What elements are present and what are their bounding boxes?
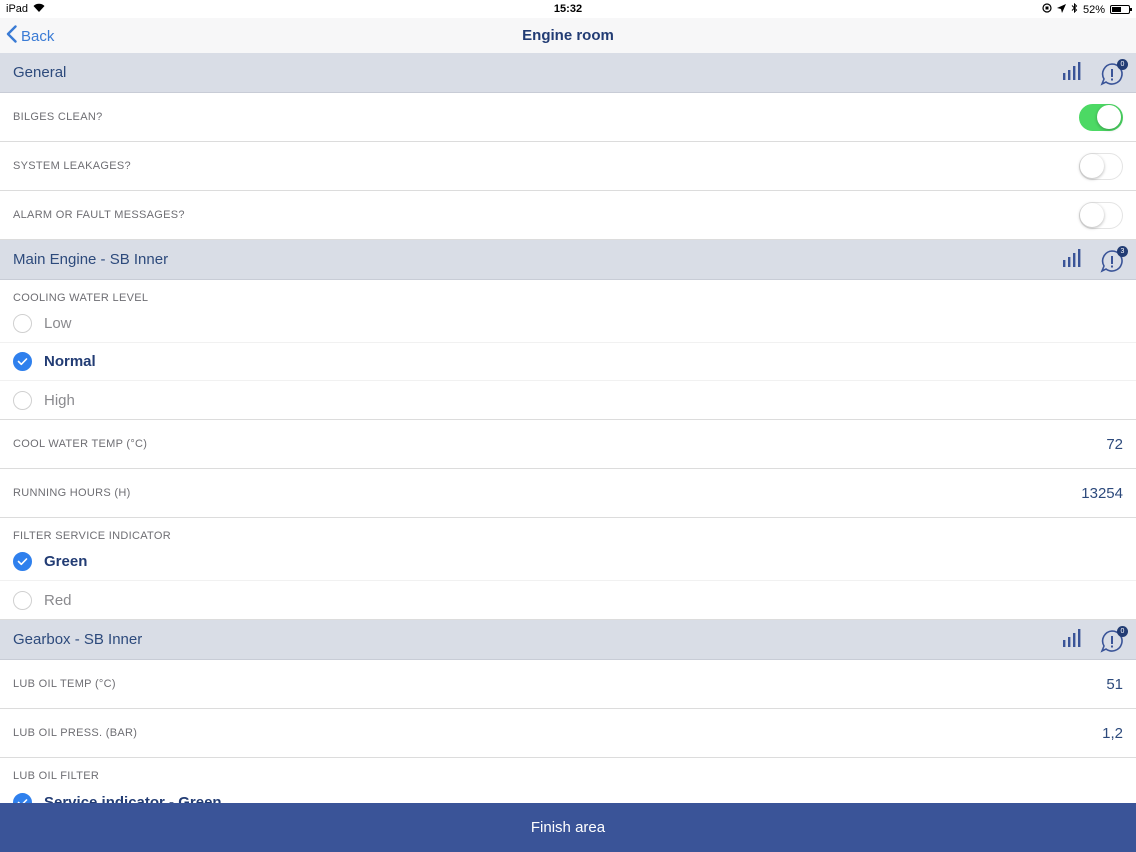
section-title: Main Engine - SB Inner bbox=[13, 251, 169, 268]
lub-oil-press-row[interactable]: LUB OIL PRESS. (BAR) 1,2 bbox=[0, 709, 1136, 758]
radio-option-label: Service indicator - Green bbox=[44, 793, 222, 804]
alarm-messages-toggle[interactable] bbox=[1079, 202, 1123, 229]
section-title: General bbox=[13, 64, 67, 81]
lub-oil-filter-group: LUB OIL FILTER Service indicator - Green bbox=[0, 758, 1136, 803]
alarm-messages-label: ALARM OR FAULT MESSAGES? bbox=[13, 209, 185, 221]
alert-count-badge: 0 bbox=[1117, 58, 1128, 70]
bluetooth-icon bbox=[1071, 2, 1078, 16]
system-leakages-row: SYSTEM LEAKAGES? bbox=[0, 142, 1136, 191]
section-header-general: General 0 bbox=[0, 53, 1136, 93]
radio-option-label: Low bbox=[44, 315, 72, 332]
battery-icon bbox=[1110, 5, 1132, 14]
radio-option-label: Green bbox=[44, 553, 88, 570]
location-icon bbox=[1056, 3, 1066, 16]
cool-water-temp-value[interactable]: 72 bbox=[1106, 436, 1123, 453]
orientation-lock-icon bbox=[1042, 3, 1052, 16]
checkmark-circle-icon bbox=[13, 792, 32, 803]
signal-bars-icon[interactable] bbox=[1062, 61, 1082, 86]
system-leakages-label: SYSTEM LEAKAGES? bbox=[13, 160, 131, 172]
radio-option-label: High bbox=[44, 391, 75, 409]
radio-option-low[interactable]: Low bbox=[0, 305, 1136, 343]
lub-oil-temp-label: LUB OIL TEMP (°C) bbox=[13, 678, 116, 690]
radio-option-label: Normal bbox=[44, 353, 96, 370]
section-header-main-engine: Main Engine - SB Inner 3 bbox=[0, 240, 1136, 280]
signal-bars-icon[interactable] bbox=[1062, 248, 1082, 273]
lub-oil-press-value[interactable]: 1,2 bbox=[1102, 725, 1123, 742]
checklist-content[interactable]: General 0 BILGES CLEAN? SYSTEM LEAKAGES?… bbox=[0, 53, 1136, 803]
alert-count-badge: 0 bbox=[1117, 625, 1128, 637]
system-leakages-toggle[interactable] bbox=[1079, 153, 1123, 180]
radio-circle-icon bbox=[13, 314, 32, 333]
lub-oil-press-label: LUB OIL PRESS. (BAR) bbox=[13, 727, 138, 739]
lub-oil-temp-row[interactable]: LUB OIL TEMP (°C) 51 bbox=[0, 660, 1136, 709]
radio-option-red[interactable]: Red bbox=[0, 581, 1136, 619]
section-header-gearbox: Gearbox - SB Inner 0 bbox=[0, 620, 1136, 660]
bilges-clean-label: BILGES CLEAN? bbox=[13, 111, 103, 123]
alarm-messages-row: ALARM OR FAULT MESSAGES? bbox=[0, 191, 1136, 240]
alert-icon[interactable]: 3 bbox=[1100, 245, 1128, 273]
section-title: Gearbox - SB Inner bbox=[13, 631, 143, 648]
status-time: 15:32 bbox=[553, 3, 583, 15]
page-title: Engine room bbox=[522, 27, 614, 44]
radio-circle-icon bbox=[13, 390, 32, 410]
finish-area-button[interactable]: Finish area bbox=[0, 803, 1136, 852]
battery-percent: 52% bbox=[1082, 3, 1105, 16]
cool-water-temp-row[interactable]: COOL WATER TEMP (°C) 72 bbox=[0, 420, 1136, 469]
running-hours-label: RUNNING HOURS (H) bbox=[13, 487, 131, 499]
finish-area-label: Finish area bbox=[530, 819, 606, 836]
checkmark-circle-icon bbox=[13, 352, 32, 371]
cooling-water-level-label: COOLING WATER LEVEL bbox=[13, 292, 149, 304]
bilges-clean-toggle[interactable] bbox=[1079, 104, 1123, 131]
radio-option-normal[interactable]: Normal bbox=[0, 343, 1136, 381]
status-bar: iPad 15:32 52% bbox=[0, 0, 1136, 18]
radio-option-green[interactable]: Green bbox=[0, 543, 1136, 581]
radio-circle-icon bbox=[13, 590, 32, 610]
signal-bars-icon[interactable] bbox=[1062, 628, 1082, 653]
alert-icon[interactable]: 0 bbox=[1100, 625, 1128, 653]
bilges-clean-row: BILGES CLEAN? bbox=[0, 93, 1136, 142]
running-hours-row[interactable]: RUNNING HOURS (H) 13254 bbox=[0, 469, 1136, 518]
alert-count-badge: 3 bbox=[1117, 245, 1128, 257]
filter-service-indicator-label: FILTER SERVICE INDICATOR bbox=[13, 530, 171, 542]
radio-option-high[interactable]: High bbox=[0, 381, 1136, 419]
alert-icon[interactable]: 0 bbox=[1100, 58, 1128, 86]
filter-service-indicator-group: FILTER SERVICE INDICATOR Green Red bbox=[0, 518, 1136, 620]
lub-oil-filter-label: LUB OIL FILTER bbox=[13, 770, 100, 782]
cooling-water-level-group: COOLING WATER LEVEL Low Normal High bbox=[0, 280, 1136, 420]
lub-oil-temp-value[interactable]: 51 bbox=[1106, 676, 1123, 693]
radio-option-service-indicator-green[interactable]: Service indicator - Green bbox=[0, 783, 1136, 803]
running-hours-value[interactable]: 13254 bbox=[1081, 485, 1123, 502]
navigation-bar: Back Engine room bbox=[0, 18, 1136, 53]
cool-water-temp-label: COOL WATER TEMP (°C) bbox=[13, 438, 148, 450]
checkmark-circle-icon bbox=[13, 552, 32, 571]
radio-option-label: Red bbox=[44, 591, 72, 609]
